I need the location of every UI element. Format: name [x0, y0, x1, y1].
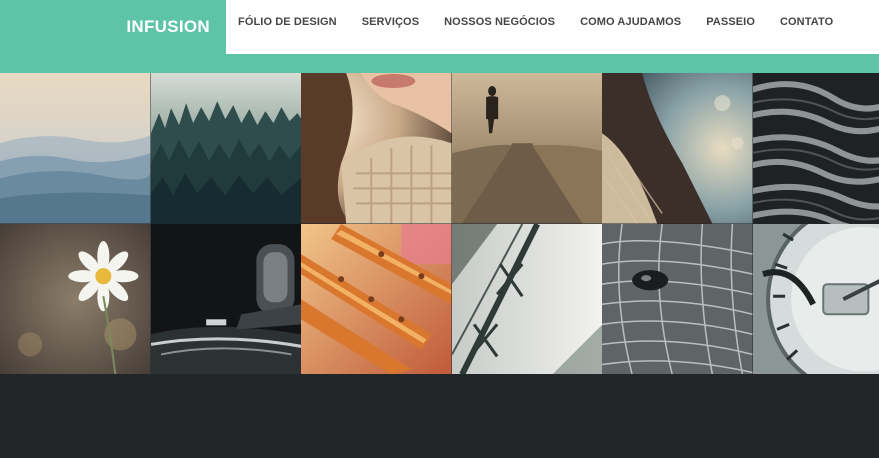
footer-band — [0, 374, 879, 458]
nav-item-services[interactable]: SERVIÇOS — [362, 16, 419, 28]
gallery-tile-barbed-wire[interactable] — [451, 223, 602, 374]
nav-item-design-folio[interactable]: FÓLIO DE DESIGN — [238, 16, 337, 28]
gallery-tile-speedometer-gauge[interactable] — [752, 223, 879, 374]
gallery-tile-woman-portrait[interactable] — [301, 73, 452, 224]
nav-item-contact[interactable]: CONTATO — [780, 16, 833, 28]
main-nav: FÓLIO DE DESIGN SERVIÇOS NOSSOS NEGÓCIOS… — [226, 0, 879, 54]
gallery-tile-woman-hair-light[interactable] — [602, 73, 753, 224]
nav-item-how-we-help[interactable]: COMO AJUDAMOS — [580, 16, 681, 28]
gallery-grid — [0, 73, 879, 374]
nav-item-our-business[interactable]: NOSSOS NEGÓCIOS — [444, 16, 555, 28]
gallery-tile-misty-mountains[interactable] — [0, 73, 151, 224]
gallery-tile-car-gear-shift[interactable] — [150, 223, 301, 374]
gallery-tile-rope-texture[interactable] — [752, 73, 879, 224]
page: INFUSION FÓLIO DE DESIGN SERVIÇOS NOSSOS… — [0, 0, 879, 458]
gallery-tile-bird-eye-closeup[interactable] — [602, 223, 753, 374]
gallery-tile-daisy-flower[interactable] — [0, 223, 151, 374]
nav-item-tour[interactable]: PASSEIO — [706, 16, 755, 28]
brand-logo[interactable]: INFUSION — [0, 0, 226, 54]
gallery-tile-food-pastry[interactable] — [301, 223, 452, 374]
gallery-tile-pine-forest[interactable] — [150, 73, 301, 224]
gallery-tile-person-walking-road[interactable] — [451, 73, 602, 224]
